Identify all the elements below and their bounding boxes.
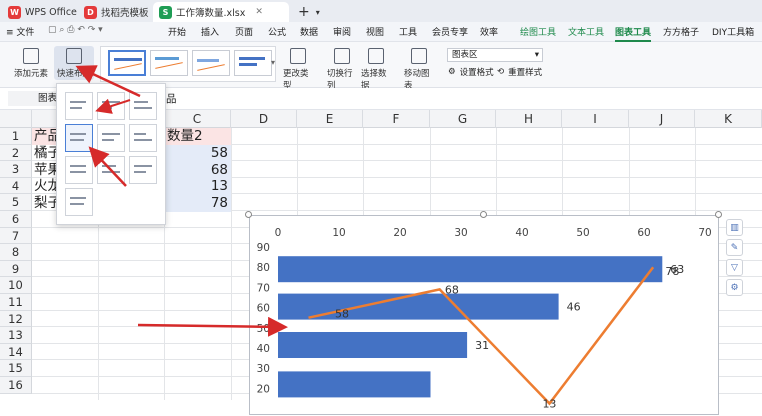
arrow-to-layout-1 (95, 98, 131, 114)
arrow-to-chart (137, 316, 288, 337)
arrow-to-quick-layout (75, 65, 141, 98)
arrow-to-layout-4 (88, 146, 127, 187)
annotation-arrows (75, 65, 288, 337)
